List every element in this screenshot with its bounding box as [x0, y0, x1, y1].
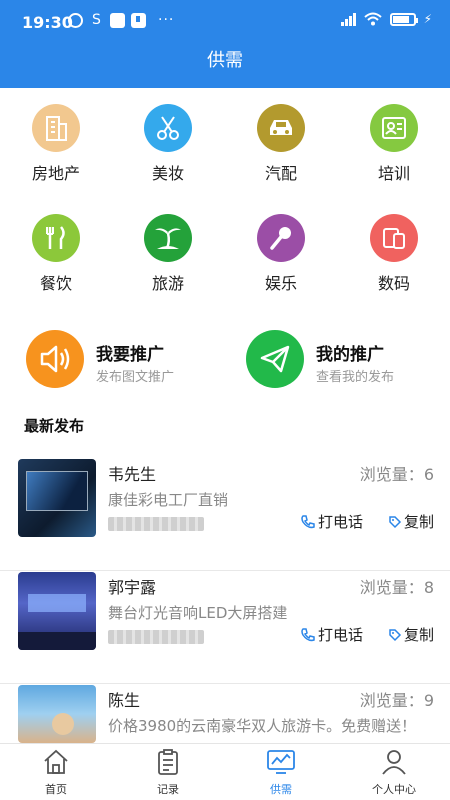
- microphone-icon: [257, 214, 305, 262]
- devices-icon: [370, 214, 418, 262]
- item-thumbnail: [18, 572, 96, 650]
- my-promotions-button[interactable]: 我的推广 查看我的发布: [246, 330, 446, 390]
- scissors-icon: [144, 104, 192, 152]
- item-views: 浏览量：8: [359, 578, 434, 597]
- my-promotions-title: 我的推广: [316, 345, 384, 365]
- more-notifications-icon: ···: [158, 12, 175, 28]
- promote-subtitle: 发布图文推广: [96, 370, 175, 385]
- s-icon: S: [92, 11, 101, 28]
- status-bar: 19:30 S ··· ⚡: [0, 0, 450, 44]
- category-real-estate[interactable]: 房地产: [0, 104, 112, 184]
- user-icon: [382, 750, 406, 775]
- item-description: 价格3980的云南豪华双人旅游卡。免费赠送！: [108, 717, 417, 735]
- item-name: 陈生: [108, 691, 141, 710]
- category-label: 汽配: [264, 164, 297, 183]
- category-label: 房地产: [31, 164, 80, 183]
- battery-icon: [389, 12, 418, 26]
- phone-icon: [301, 627, 315, 641]
- list-item[interactable]: 陈生 浏览量：9 价格3980的云南豪华双人旅游卡。免费赠送！: [0, 685, 450, 743]
- building-icon: [32, 104, 80, 152]
- item-name: 韦先生: [108, 465, 157, 484]
- tab-label: 首页: [45, 783, 67, 796]
- tab-supply-demand[interactable]: 供需: [225, 748, 337, 797]
- tab-records[interactable]: 记录: [112, 748, 224, 797]
- signal-icon: [340, 12, 356, 26]
- speaker-icon: [26, 330, 84, 388]
- category-beauty[interactable]: 美妆: [112, 104, 224, 184]
- item-description: 舞台灯光音响LED大屏搭建: [108, 604, 288, 622]
- item-name: 郭宇露: [108, 578, 157, 597]
- status-time: 19:30: [22, 13, 73, 32]
- category-digital[interactable]: 数码: [338, 214, 450, 294]
- status-icons-left: S ···: [68, 12, 174, 28]
- chart-monitor-icon: [267, 750, 295, 774]
- charging-icon: ⚡: [423, 12, 432, 26]
- tab-label: 记录: [157, 783, 179, 796]
- clipboard-icon: [158, 749, 178, 775]
- car-icon: [257, 104, 305, 152]
- download-icon: [131, 12, 146, 28]
- tab-label: 供需: [270, 783, 292, 796]
- category-auto-parts[interactable]: 汽配: [225, 104, 337, 184]
- category-label: 餐饮: [39, 274, 72, 293]
- palm-tree-icon: [144, 214, 192, 262]
- category-label: 美妆: [151, 164, 184, 183]
- my-promotions-subtitle: 查看我的发布: [316, 370, 395, 385]
- item-thumbnail: [18, 685, 96, 743]
- call-button[interactable]: 打电话: [300, 624, 363, 645]
- phone-icon: [301, 514, 315, 528]
- item-phone-blurred: [108, 630, 204, 644]
- tag-icon: [389, 515, 402, 528]
- category-travel[interactable]: 旅游: [112, 214, 224, 294]
- status-icons-right: ⚡: [340, 12, 432, 26]
- tab-profile[interactable]: 个人中心: [338, 748, 450, 797]
- tab-label: 个人中心: [372, 783, 416, 796]
- item-phone-blurred: [108, 517, 204, 531]
- item-views: 浏览量：9: [359, 691, 434, 710]
- home-icon: [44, 749, 68, 774]
- promote-button[interactable]: 我要推广 发布图文推广: [26, 330, 226, 390]
- item-description: 康佳彩电工厂直销: [108, 491, 229, 509]
- category-label: 旅游: [151, 274, 184, 293]
- copy-button[interactable]: 复制: [388, 511, 434, 532]
- app-icon: [110, 12, 125, 28]
- certificate-icon: [370, 104, 418, 152]
- latest-section-title: 最新发布: [24, 417, 85, 435]
- page-title: 供需: [207, 50, 243, 71]
- category-label: 娱乐: [264, 274, 297, 293]
- item-thumbnail: [18, 459, 96, 537]
- alarm-icon: [68, 12, 83, 28]
- page-header: 供需: [0, 44, 450, 88]
- paper-plane-icon: [246, 330, 304, 388]
- tag-icon: [389, 628, 402, 641]
- category-training[interactable]: 培训: [338, 104, 450, 184]
- category-label: 数码: [377, 274, 410, 293]
- category-entertainment[interactable]: 娱乐: [225, 214, 337, 294]
- tab-home[interactable]: 首页: [0, 748, 112, 797]
- wifi-icon: [363, 12, 382, 26]
- category-food[interactable]: 餐饮: [0, 214, 112, 294]
- fork-knife-icon: [32, 214, 80, 262]
- list-item[interactable]: 郭宇露 浏览量：8 舞台灯光音响LED大屏搭建 打电话 复制: [0, 572, 450, 684]
- item-views: 浏览量：6: [359, 465, 434, 484]
- promote-title: 我要推广: [96, 345, 164, 365]
- call-button[interactable]: 打电话: [300, 511, 363, 532]
- copy-button[interactable]: 复制: [388, 624, 434, 645]
- bottom-tab-bar: 首页 记录 供需 个人中心: [0, 743, 450, 800]
- category-label: 培训: [377, 164, 410, 183]
- list-item[interactable]: 韦先生 浏览量：6 康佳彩电工厂直销 打电话 复制: [0, 459, 450, 571]
